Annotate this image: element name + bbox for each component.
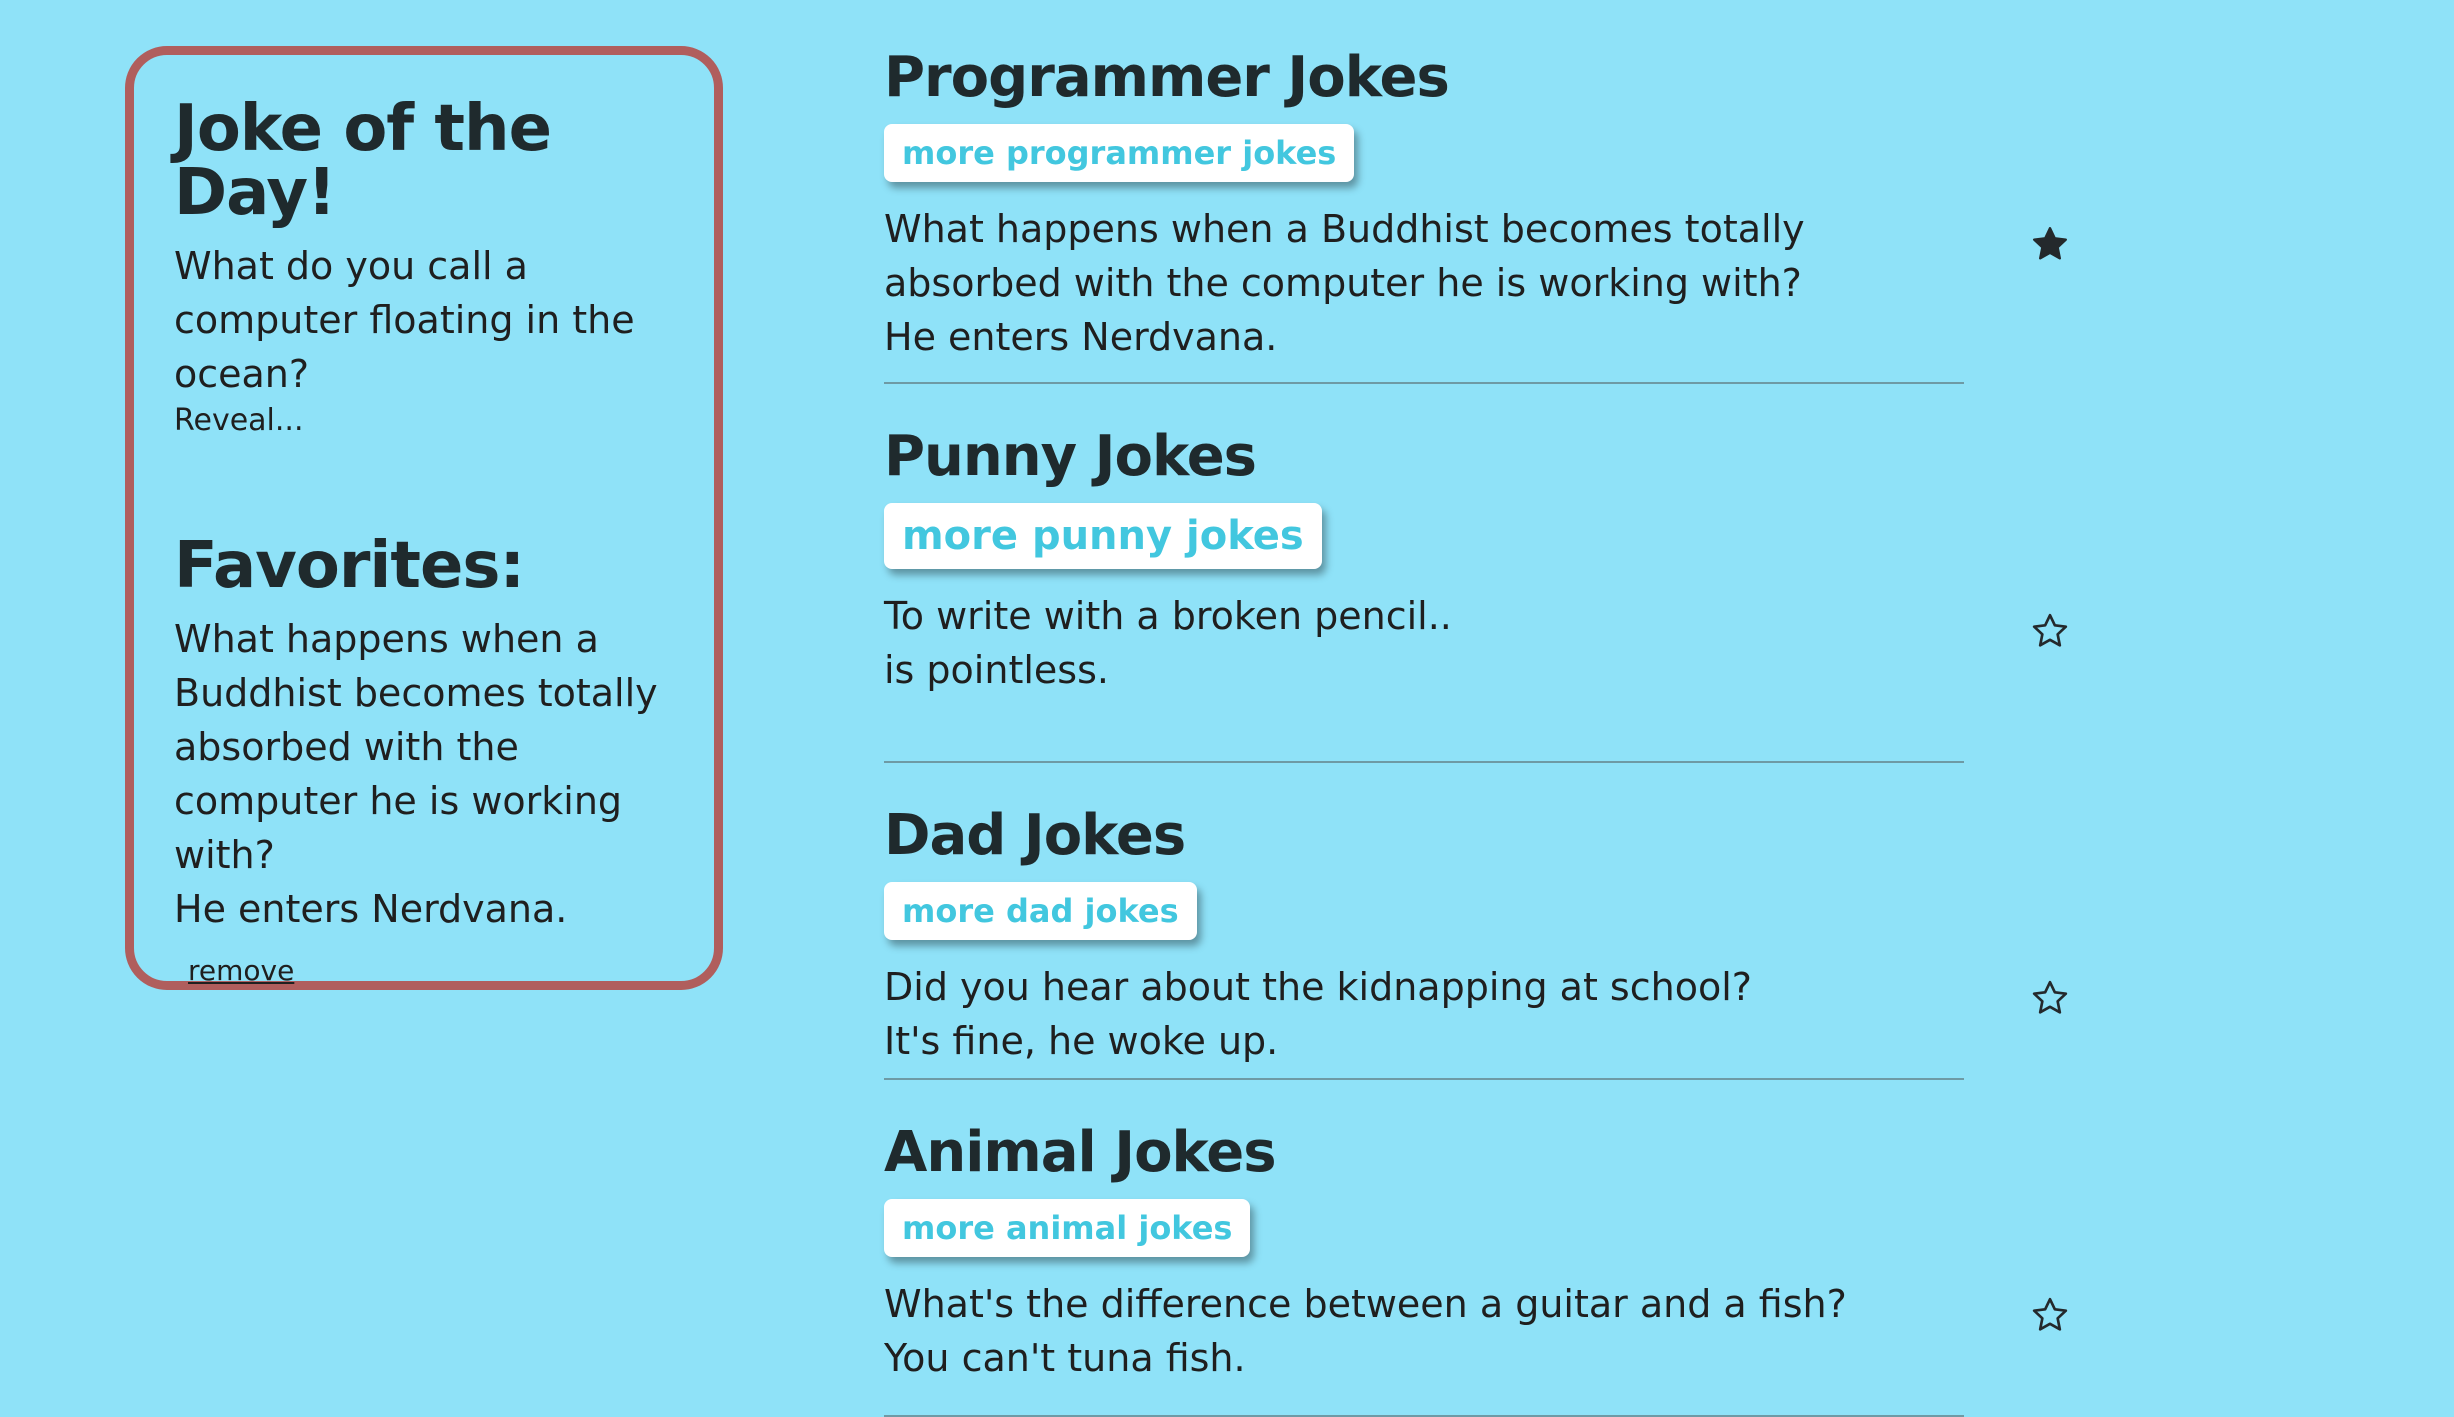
star-filled-icon[interactable] bbox=[2030, 224, 2070, 264]
star-outline-icon[interactable] bbox=[2030, 1295, 2070, 1335]
joke-answer: You can't tuna fish. bbox=[884, 1336, 1246, 1380]
dad-jokes-section: Dad Jokes more dad jokes Did you hear ab… bbox=[884, 803, 2068, 1080]
remove-favorite-link[interactable]: remove bbox=[188, 954, 294, 987]
star-outline-icon[interactable] bbox=[2030, 611, 2070, 651]
section-title: Punny Jokes bbox=[884, 424, 1257, 489]
favorite-question: What happens when a Buddhist becomes tot… bbox=[174, 617, 658, 877]
joke-sections: Programmer Jokes more programmer jokes W… bbox=[884, 50, 2084, 1417]
more-animal-jokes-button[interactable]: more animal jokes bbox=[884, 1199, 1251, 1257]
section-title: Dad Jokes bbox=[884, 803, 1186, 868]
joke-answer: It's fine, he woke up. bbox=[884, 1019, 1279, 1063]
favorites-title: Favorites: bbox=[174, 529, 525, 603]
section-title: Animal Jokes bbox=[884, 1120, 1277, 1185]
joke-question: To write with a broken pencil.. bbox=[884, 594, 1452, 638]
joke-answer: He enters Nerdvana. bbox=[884, 315, 1278, 359]
animal-jokes-section: Animal Jokes more animal jokes What's th… bbox=[884, 1120, 2068, 1417]
joke-of-the-day-card: Joke of the Day! What do you call a comp… bbox=[125, 46, 723, 990]
joke-of-day-title: Joke of the Day! bbox=[174, 92, 552, 230]
joke-question: What happens when a Buddhist becomes tot… bbox=[884, 207, 1805, 305]
reveal-link[interactable]: Reveal... bbox=[174, 403, 304, 438]
more-dad-jokes-button[interactable]: more dad jokes bbox=[884, 882, 1197, 940]
joke-question: Did you hear about the kidnapping at sch… bbox=[884, 965, 1752, 1009]
section-title: Programmer Jokes bbox=[884, 45, 1450, 110]
programmer-jokes-section: Programmer Jokes more programmer jokes W… bbox=[884, 45, 2067, 384]
joke-answer: is pointless. bbox=[884, 648, 1109, 692]
joke-of-day-text: What do you call a computer floating in … bbox=[174, 244, 635, 396]
more-programmer-jokes-button[interactable]: more programmer jokes bbox=[884, 124, 1355, 182]
star-outline-icon[interactable] bbox=[2030, 978, 2070, 1018]
favorite-answer: He enters Nerdvana. bbox=[174, 887, 568, 931]
more-punny-jokes-button[interactable]: more punny jokes bbox=[884, 503, 1322, 569]
punny-jokes-section: Punny Jokes more punny jokes To write wi… bbox=[884, 424, 2068, 763]
joke-question: What's the difference between a guitar a… bbox=[884, 1282, 1847, 1326]
